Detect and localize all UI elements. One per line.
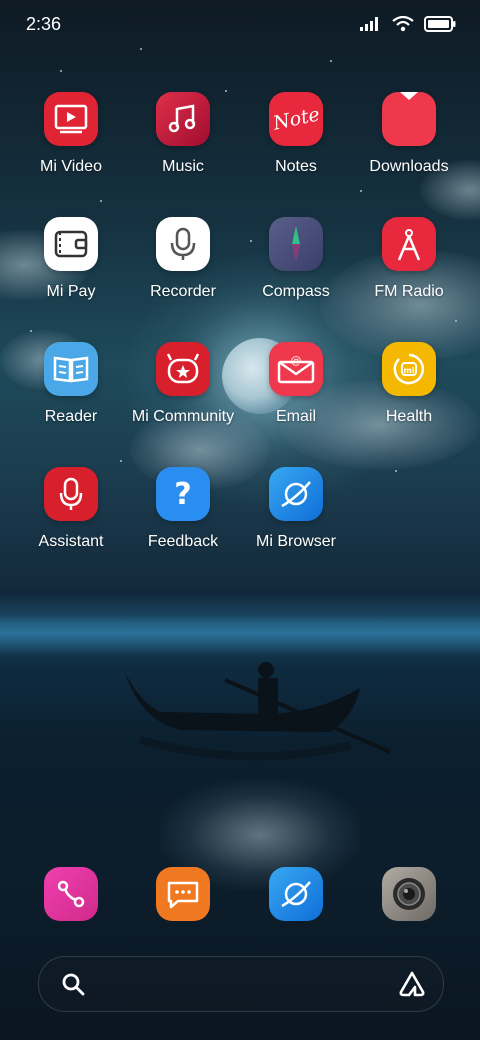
app-health[interactable]: mi Health (354, 342, 464, 426)
app-label: Feedback (147, 533, 219, 550)
compass-icon (269, 217, 323, 271)
app-recorder[interactable]: Recorder (128, 217, 238, 301)
app-label: Recorder (150, 283, 216, 300)
app-email[interactable]: @ Email (241, 342, 351, 426)
app-label: Reader (44, 408, 98, 425)
mi-browser-icon (269, 467, 323, 521)
app-fm-radio[interactable]: FM Radio (354, 217, 464, 301)
battery-icon (424, 16, 456, 32)
assistant-launch-icon[interactable] (397, 970, 427, 998)
app-label: FM Radio (374, 283, 444, 300)
app-reader[interactable]: Reader (16, 342, 126, 426)
email-icon: @ (269, 342, 323, 396)
messages-icon (167, 881, 199, 909)
browser-icon (281, 881, 311, 908)
boat-silhouette (125, 662, 391, 761)
app-downloads[interactable]: Downloads (354, 92, 464, 176)
app-label: Assistant (38, 533, 104, 550)
music-icon (156, 92, 210, 146)
search-bar[interactable] (38, 956, 444, 1012)
dock-phone[interactable] (44, 867, 98, 921)
svg-text:mi: mi (403, 366, 414, 375)
mi-pay-icon (44, 217, 98, 271)
fm-radio-icon (382, 217, 436, 271)
app-mi-pay[interactable]: Mi Pay (16, 217, 126, 301)
health-icon: mi (382, 342, 436, 396)
assistant-icon (44, 467, 98, 521)
app-label: Email (275, 408, 316, 425)
app-label: Mi Pay (46, 283, 96, 300)
notes-icon: Note (269, 92, 323, 146)
app-assistant[interactable]: Assistant (16, 467, 126, 551)
recorder-icon (156, 217, 210, 271)
downloads-icon (382, 92, 436, 146)
app-feedback[interactable]: ? Feedback (128, 467, 238, 551)
status-bar: 2:36 (0, 0, 480, 52)
mi-community-icon (156, 342, 210, 396)
app-label: Mi Community (131, 408, 235, 425)
dock-camera[interactable] (382, 867, 436, 921)
mi-video-icon (44, 92, 98, 146)
app-label: Compass (262, 283, 330, 300)
app-music[interactable]: Music (128, 92, 238, 176)
app-label: Mi Browser (255, 533, 336, 550)
search-icon[interactable] (61, 972, 85, 996)
phone-icon (57, 880, 85, 908)
app-mi-browser[interactable]: Mi Browser (241, 467, 351, 551)
app-label: Mi Video (40, 158, 102, 175)
app-label: Notes (275, 158, 317, 175)
app-label: Health (385, 408, 433, 425)
app-label: Downloads (369, 158, 449, 175)
status-time: 2:36 (26, 14, 62, 34)
reader-icon (44, 342, 98, 396)
dock-messages[interactable] (156, 867, 210, 921)
app-notes[interactable]: Note Notes (241, 92, 351, 176)
dock-browser[interactable] (269, 867, 323, 921)
feedback-icon: ? (156, 467, 210, 521)
camera-icon (393, 878, 425, 910)
svg-text:@: @ (291, 354, 302, 367)
app-mi-video[interactable]: Mi Video (16, 92, 126, 176)
wifi-icon (392, 16, 414, 32)
app-compass[interactable]: Compass (241, 217, 351, 301)
app-mi-community[interactable]: Mi Community (128, 342, 238, 426)
signal-icon (360, 17, 378, 31)
app-label: Music (162, 158, 204, 175)
